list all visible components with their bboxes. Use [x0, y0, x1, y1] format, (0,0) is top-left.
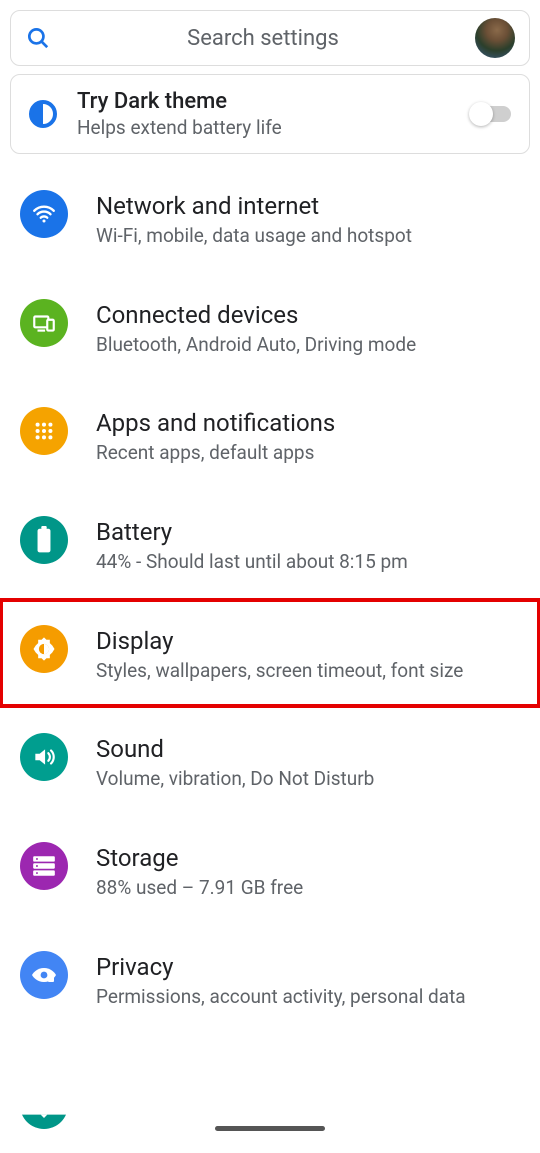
- search-placeholder: Search settings: [51, 26, 475, 51]
- search-icon: [25, 25, 51, 51]
- row-location-cutoff[interactable]: Location: [20, 1081, 189, 1129]
- brightness-icon: [20, 625, 68, 673]
- row-connected-devices[interactable]: Connected devices Bluetooth, Android Aut…: [0, 273, 540, 382]
- row-title: Sound: [96, 731, 520, 763]
- row-title: Connected devices: [96, 297, 520, 329]
- row-storage[interactable]: Storage 88% used – 7.91 GB free: [0, 816, 540, 925]
- row-subtitle: Volume, vibration, Do Not Disturb: [96, 767, 486, 792]
- row-subtitle: Wi-Fi, mobile, data usage and hotspot: [96, 224, 486, 249]
- avatar[interactable]: [475, 18, 515, 58]
- row-sound[interactable]: Sound Volume, vibration, Do Not Disturb: [0, 707, 540, 816]
- search-bar[interactable]: Search settings: [10, 10, 530, 66]
- row-title: Location: [96, 1125, 189, 1153]
- row-privacy[interactable]: Privacy Permissions, account activity, p…: [0, 925, 540, 1034]
- row-title: Battery: [96, 514, 520, 546]
- apps-icon: [20, 407, 68, 455]
- try-card-title: Try Dark theme: [77, 89, 451, 114]
- row-subtitle: 44% - Should last until about 8:15 pm: [96, 550, 486, 575]
- row-subtitle: Bluetooth, Android Auto, Driving mode: [96, 333, 486, 358]
- row-subtitle: Recent apps, default apps: [96, 441, 486, 466]
- location-icon: [20, 1081, 68, 1129]
- row-title: Privacy: [96, 949, 520, 981]
- half-circle-icon: [29, 100, 57, 128]
- settings-list: Network and internet Wi-Fi, mobile, data…: [0, 164, 540, 1034]
- dark-theme-toggle[interactable]: [471, 106, 511, 122]
- privacy-icon: [20, 951, 68, 999]
- row-title: Storage: [96, 840, 520, 872]
- sound-icon: [20, 733, 68, 781]
- try-card-subtitle: Helps extend battery life: [77, 116, 451, 139]
- row-network[interactable]: Network and internet Wi-Fi, mobile, data…: [0, 164, 540, 273]
- nav-handle[interactable]: [215, 1126, 325, 1131]
- row-subtitle: Styles, wallpapers, screen timeout, font…: [96, 659, 486, 684]
- storage-icon: [20, 842, 68, 890]
- wifi-icon: [20, 190, 68, 238]
- row-title: Display: [96, 623, 520, 655]
- row-apps[interactable]: Apps and notifications Recent apps, defa…: [0, 381, 540, 490]
- devices-icon: [20, 299, 68, 347]
- try-dark-theme-card[interactable]: Try Dark theme Helps extend battery life: [10, 74, 530, 154]
- row-title: Apps and notifications: [96, 405, 520, 437]
- battery-icon: [20, 516, 68, 564]
- row-subtitle: 88% used – 7.91 GB free: [96, 876, 486, 901]
- row-display[interactable]: Display Styles, wallpapers, screen timeo…: [0, 599, 540, 708]
- row-battery[interactable]: Battery 44% - Should last until about 8:…: [0, 490, 540, 599]
- row-subtitle: Permissions, account activity, personal …: [96, 985, 486, 1010]
- row-title: Network and internet: [96, 188, 520, 220]
